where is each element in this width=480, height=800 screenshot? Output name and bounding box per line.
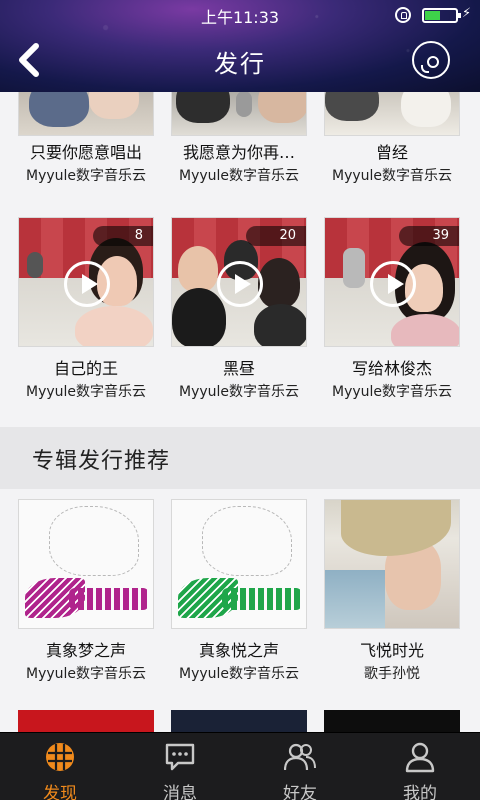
play-count-badge: 8 [93, 226, 153, 246]
person-icon [405, 742, 435, 773]
release-title: 自己的王 [53, 359, 118, 378]
album-title: 真象悦之声 [198, 641, 279, 660]
play-icon[interactable] [217, 261, 263, 307]
tab-label: 好友 [283, 784, 317, 800]
play-icon[interactable] [64, 261, 110, 307]
album-title: 真象梦之声 [45, 641, 126, 660]
tab-messages[interactable]: 消息 [120, 733, 240, 800]
play-count-badge: 39 [399, 226, 459, 246]
release-thumbnail [324, 92, 460, 136]
battery-icon [422, 8, 461, 23]
album-section-header: 专辑发行推荐 [0, 427, 480, 489]
tab-label: 发现 [43, 784, 77, 800]
release-title: 曾经 [375, 143, 408, 162]
tab-me[interactable]: 我的 [360, 733, 480, 800]
header-bar: 上午11:33 ⚡ 发行 [0, 0, 480, 92]
section-title: 专辑发行推荐 [32, 449, 171, 474]
page-title: 发行 [214, 50, 266, 78]
release-card[interactable]: 8 自己的王 Myyule数字音乐云 [18, 217, 154, 400]
album-cover [324, 499, 460, 629]
release-thumbnail [18, 92, 154, 136]
album-card-partial[interactable] [18, 710, 154, 732]
globe-icon [46, 743, 74, 771]
release-title: 我愿意为你再… [182, 143, 295, 162]
release-thumbnail [171, 92, 307, 136]
play-icon[interactable] [370, 261, 416, 307]
disc-icon[interactable] [412, 41, 450, 79]
album-card[interactable]: 真象梦之声 Myyule数字音乐云 [18, 499, 154, 682]
release-thumbnail: 39 [324, 217, 460, 347]
release-card[interactable]: 我愿意为你再… Myyule数字音乐云 [171, 92, 307, 184]
content-scroll-area[interactable]: 只要你愿意唱出 Myyule数字音乐云 我愿意为你再… Myyule数字音乐云 … [0, 92, 480, 732]
battery-level [425, 11, 440, 20]
release-title: 只要你愿意唱出 [29, 143, 142, 162]
album-title: 飞悦时光 [359, 641, 424, 660]
release-card[interactable]: 20 黑昼 Myyule数字音乐云 [171, 217, 307, 400]
release-card[interactable]: 只要你愿意唱出 Myyule数字音乐云 [18, 92, 154, 184]
release-title: 写给林俊杰 [351, 359, 432, 378]
album-cover [18, 499, 154, 629]
status-bar: 上午11:33 ⚡ [0, 0, 480, 30]
release-thumbnail: 20 [171, 217, 307, 347]
release-subtitle: Myyule数字音乐云 [25, 168, 147, 184]
album-cover [171, 499, 307, 629]
tab-friends[interactable]: 好友 [240, 733, 360, 800]
play-count-badge: 20 [246, 226, 306, 246]
album-subtitle: 歌手孙悦 [364, 666, 420, 682]
tab-label: 我的 [403, 784, 437, 800]
release-subtitle: Myyule数字音乐云 [178, 384, 300, 400]
bottom-tab-bar: 发现 消息 好友 我的 [0, 732, 480, 800]
release-subtitle: Myyule数字音乐云 [331, 384, 453, 400]
release-thumbnail: 8 [18, 217, 154, 347]
tab-label: 消息 [163, 784, 197, 800]
release-title: 黑昼 [222, 359, 255, 378]
release-subtitle: Myyule数字音乐云 [331, 168, 453, 184]
album-card[interactable]: 飞悦时光 歌手孙悦 [324, 499, 460, 682]
release-card[interactable]: 曾经 Myyule数字音乐云 [324, 92, 460, 184]
tab-discover[interactable]: 发现 [0, 733, 120, 800]
rotation-lock-icon [395, 7, 411, 23]
album-card-partial[interactable] [171, 710, 307, 732]
release-subtitle: Myyule数字音乐云 [25, 384, 147, 400]
friends-icon [284, 743, 316, 771]
release-card[interactable]: 39 写给林俊杰 Myyule数字音乐云 [324, 217, 460, 400]
lightning-icon: ⚡ [462, 6, 472, 21]
chat-bubble-icon [165, 743, 195, 771]
album-card-partial[interactable] [324, 710, 460, 732]
album-card[interactable]: 真象悦之声 Myyule数字音乐云 [171, 499, 307, 682]
release-subtitle: Myyule数字音乐云 [178, 168, 300, 184]
album-subtitle: Myyule数字音乐云 [178, 666, 300, 682]
album-subtitle: Myyule数字音乐云 [25, 666, 147, 682]
album-script-graphic [69, 588, 149, 610]
album-script-graphic [222, 588, 302, 610]
